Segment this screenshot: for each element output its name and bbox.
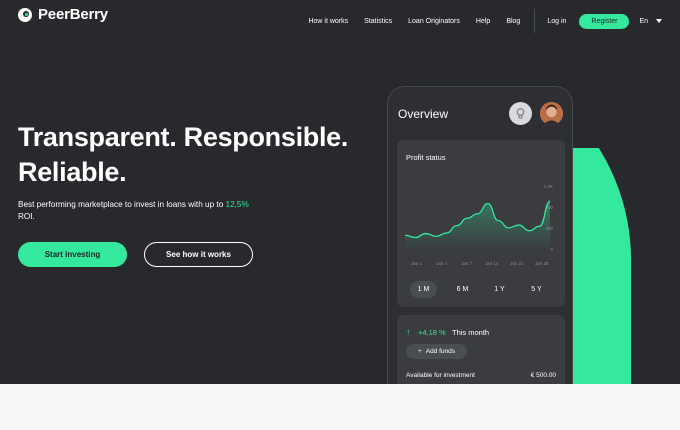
hero-headline: Transparent. Responsible. Reliable.: [18, 120, 348, 190]
available-label: Available for investment: [406, 372, 475, 379]
brand-logo[interactable]: PeerBerry: [18, 6, 108, 23]
user-avatar[interactable]: [540, 102, 563, 125]
x-tick-label: Jan 4: [436, 261, 448, 266]
register-button[interactable]: Register: [579, 13, 630, 29]
profit-area: [405, 201, 550, 250]
language-label: En: [639, 17, 649, 25]
available-value: € 500.00: [530, 372, 556, 379]
period-5y-tab[interactable]: 5 Y: [523, 281, 550, 298]
headline-line-2: Reliable.: [18, 157, 127, 187]
subheadline-end: ROI.: [18, 212, 35, 221]
x-tick-label: Jan 7: [461, 261, 473, 266]
login-link[interactable]: Log in: [547, 18, 566, 25]
plus-icon: +: [417, 348, 422, 355]
phone-mockup: Overview Profit status 1.2K 800 400 0: [387, 86, 573, 384]
start-investing-button[interactable]: Start investing: [18, 242, 127, 267]
overview-title: Overview: [398, 107, 449, 121]
x-tick-label: Jan 28: [535, 261, 549, 266]
portfolio-stats-card: ↑ +4,18 % This month + Add funds Availab…: [397, 315, 565, 384]
period-6m-tab[interactable]: 6 M: [449, 281, 476, 298]
period-1m-tab[interactable]: 1 M: [410, 281, 437, 298]
subheadline-text: Best performing marketplace to invest in…: [18, 200, 226, 209]
monthly-change-value: +4,18 %: [418, 328, 446, 337]
profit-status-card: Profit status 1.2K 800 400 0 Jan 1 Jan 4…: [397, 140, 565, 307]
chevron-down-icon: [656, 18, 662, 23]
period-1y-tab[interactable]: 1 Y: [486, 281, 513, 298]
hero-subheadline: Best performing marketplace to invest in…: [18, 199, 258, 223]
x-tick-label: Jan 21: [510, 261, 524, 266]
add-funds-button[interactable]: + Add funds: [406, 344, 467, 359]
brand-name: PeerBerry: [38, 6, 108, 23]
page-bottom-area: [0, 384, 680, 430]
see-how-it-works-button[interactable]: See how it works: [144, 242, 253, 267]
nav-statistics[interactable]: Statistics: [364, 18, 392, 25]
nav-divider: [534, 9, 536, 33]
x-tick-label: Jan 14: [485, 261, 499, 266]
roi-value: 12,5%: [225, 200, 249, 209]
nav-how-it-works[interactable]: How it works: [308, 18, 348, 25]
x-tick-label: Jan 1: [411, 261, 423, 266]
headline-line-1: Transparent. Responsible.: [18, 122, 349, 152]
lightbulb-icon: [516, 108, 525, 119]
nav-blog[interactable]: Blog: [506, 18, 520, 25]
monthly-change-label: This month: [452, 328, 490, 337]
add-funds-label: Add funds: [425, 348, 456, 355]
profit-status-title: Profit status: [406, 153, 446, 162]
language-selector[interactable]: En: [639, 18, 662, 25]
nav-loan-originators[interactable]: Loan Originators: [408, 18, 460, 25]
user-photo-icon: [540, 102, 563, 125]
profit-chart: [404, 200, 551, 250]
nav-help[interactable]: Help: [476, 18, 490, 25]
arrow-up-icon: ↑: [406, 327, 411, 337]
peerberry-logo-icon: [18, 7, 32, 22]
hero-section: PeerBerry How it works Statistics Loan O…: [0, 0, 680, 384]
top-navigation: How it works Statistics Loan Originators…: [292, 9, 662, 33]
notification-avatar[interactable]: [509, 102, 532, 125]
